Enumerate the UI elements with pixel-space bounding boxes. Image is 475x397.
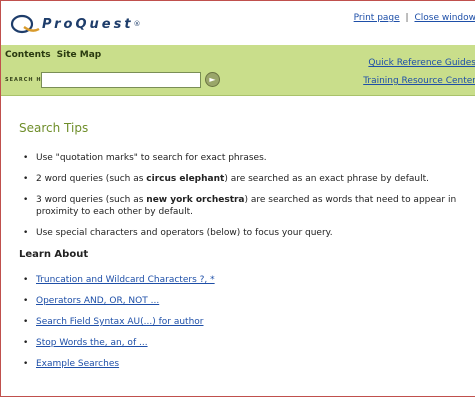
example-searches-link[interactable]: Example Searches [36, 359, 119, 369]
tips-list: Use "quotation marks" to search for exac… [19, 152, 469, 239]
go-arrow-icon: ► [209, 75, 216, 84]
learn-about-links: Truncation and Wildcard Characters ?, * … [19, 274, 469, 370]
resource-links: Quick Reference Guides Training Resource… [363, 54, 475, 90]
main-content: Search Tips Use "quotation marks" to sea… [19, 121, 469, 379]
link-separator: | [405, 13, 409, 23]
nav-tabs: Contents Site Map [5, 50, 101, 60]
training-resource-center-link[interactable]: Training Resource Center [363, 72, 475, 90]
list-item: Operators AND, OR, NOT ... [19, 295, 469, 307]
list-item: Example Searches [19, 358, 469, 370]
quick-reference-guides-link[interactable]: Quick Reference Guides [363, 54, 475, 72]
logo-text: ProQuest [42, 16, 134, 32]
tab-contents[interactable]: Contents [5, 50, 51, 60]
operators-link[interactable]: Operators AND, OR, NOT ... [36, 296, 159, 306]
search-field-syntax-link[interactable]: Search Field Syntax AU(...) for author [36, 317, 204, 327]
list-item: Search Field Syntax AU(...) for author [19, 316, 469, 328]
top-links: Print page | Close window [354, 13, 475, 23]
registered-mark: ® [133, 20, 141, 28]
close-window-link[interactable]: Close window [414, 13, 475, 23]
list-item: Stop Words the, an, of ... [19, 337, 469, 349]
tab-site-map[interactable]: Site Map [57, 50, 102, 60]
learn-about-heading: Learn About [19, 249, 89, 260]
list-item: Use "quotation marks" to search for exac… [19, 152, 469, 164]
proquest-logo: ProQuest ® [10, 13, 141, 35]
print-page-link[interactable]: Print page [354, 13, 400, 23]
nav-bar: Contents Site Map SEARCH HELP ► Quick Re… [1, 45, 475, 96]
page-title: Search Tips [19, 121, 89, 135]
list-item: Truncation and Wildcard Characters ?, * [19, 274, 469, 286]
list-item: 2 word queries (such as circus elephant)… [19, 173, 469, 185]
go-button[interactable]: ► [205, 72, 220, 87]
list-item: Use special characters and operators (be… [19, 227, 469, 239]
list-item: 3 word queries (such as new york orchest… [19, 194, 469, 218]
help-window: ProQuest ® Print page | Close window Con… [0, 0, 475, 397]
header: ProQuest ® Print page | Close window [1, 1, 475, 45]
stop-words-link[interactable]: Stop Words the, an, of ... [36, 338, 148, 348]
search-help-input[interactable] [41, 72, 201, 88]
truncation-wildcard-link[interactable]: Truncation and Wildcard Characters ?, * [36, 275, 215, 285]
proquest-logo-icon [10, 13, 40, 35]
